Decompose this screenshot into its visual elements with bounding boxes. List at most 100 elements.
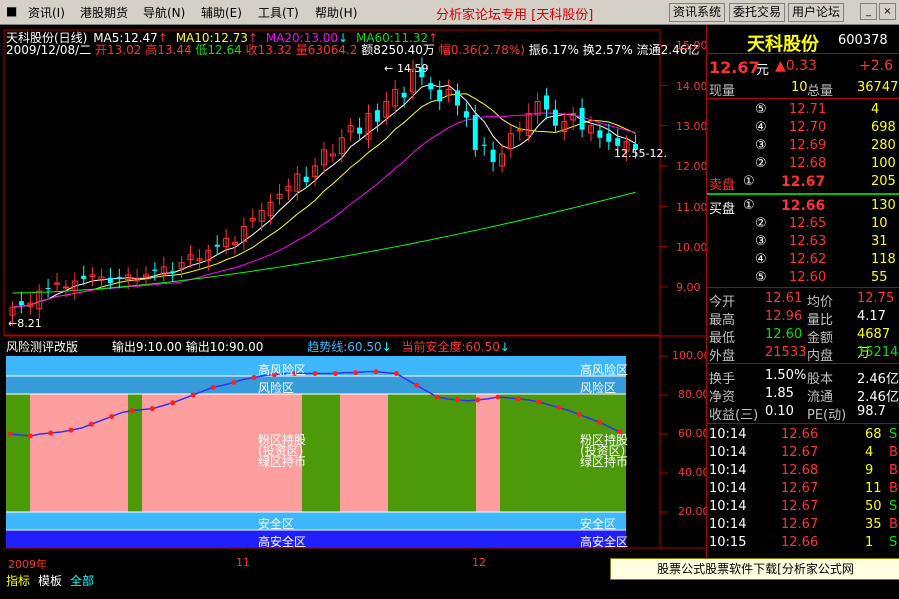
buy-volume: 130 [871,198,896,213]
ind-tick: 80.00 [678,388,710,401]
candle-body [472,115,478,150]
indicator-sensitive: 趋势线:60.50 [307,340,382,354]
tab-indicator[interactable]: 指标 [4,572,32,589]
candle-body [552,109,558,126]
bar-high: 高13.44 [145,43,192,57]
candle-body [45,288,51,290]
date-label-dec: 12 [472,556,486,569]
price-tick: 10.00 [676,241,708,254]
tick-direction: S [889,427,898,442]
buy-price: 12.65 [789,216,827,231]
kline-chart[interactable] [0,25,706,570]
stat-row: 最高 12.96 量比 4.17 [707,308,899,328]
safety-dot [475,397,481,403]
stat-value: 15214 [857,345,899,360]
tick-direction: B [889,481,898,496]
safety-dot [353,370,359,376]
tick-row: 10:14 12.67 11 B [707,480,899,498]
sell-volume: 4 [871,102,880,117]
price-tick: 15.00 [676,39,708,52]
price-change-pct: +2.6 [859,58,893,74]
chart-area[interactable]: 天科股份(日线) MA5:12.47↑ MA10:12.73↑ MA20:13.… [0,25,711,571]
buy-price: 12.60 [789,270,827,285]
buy-price: 12.63 [789,234,827,249]
menu-help[interactable]: 帮助(H) [315,4,357,21]
news-system-button[interactable]: 资讯系统 [669,3,726,22]
close-icon[interactable]: × [879,3,896,20]
candle-body [481,144,487,146]
safety-dot [88,421,94,427]
safety-dot [48,430,54,436]
safety-dot [190,392,196,398]
candle-body [615,138,621,146]
sell-price: 12.67 [781,174,826,190]
safety-dot [332,371,338,377]
stock-code: 600378 [838,33,888,48]
zone-label-high-safe: 高安全区 [258,535,307,549]
menu-tools[interactable]: 工具(T) [258,4,299,21]
trade-button[interactable]: 委托交易 [729,3,786,22]
safety-dot [576,412,582,417]
candle-body [463,111,469,118]
ind-tick: 20.00 [678,505,710,518]
safety-dot [373,369,379,375]
tick-time: 10:14 [709,499,747,514]
tick-time: 10:14 [709,517,747,532]
candle-body [455,90,460,106]
ad-banner[interactable]: 股票公式股票软件下载[分析家公式网www.88gs.com] [610,558,899,596]
sell-volume: 698 [871,120,896,135]
promo-text[interactable]: 分析家论坛专用 [天科股份] [436,4,593,23]
price-tick: 13.00 [676,120,708,133]
zone-label-high-risk: 高风险区 [258,363,307,377]
menu-navigate[interactable]: 导航(N) [143,4,185,21]
sell-price: 12.69 [789,138,827,153]
bar-amount: 额8250.40万 [361,43,435,57]
sensitive-arrow-icon: ↓ [381,340,392,354]
bar-volume: 量63064.2 [295,43,358,57]
stat-value: 98.7 [857,404,886,419]
sell-price: 12.70 [789,120,827,135]
stat2-row: 换手 1.50% 股本 2.46亿 [707,367,899,387]
sell-price: 12.71 [789,102,827,117]
forum-button[interactable]: 用户论坛 [788,3,845,22]
tab-all[interactable]: 全部 [68,572,96,589]
price-tick: 9.00 [676,281,701,294]
menu-assist[interactable]: 辅助(E) [201,4,242,21]
mid-legend-right: 粉区持股 (投资区) 绿区持币 [580,434,628,468]
indicator-title[interactable]: 风险测评改版 [6,340,78,354]
tick-row: 10:14 12.67 50 S [707,498,899,516]
sell-price: 12.68 [789,156,827,171]
tick-price: 12.68 [781,463,819,478]
tick-time: 10:15 [709,535,747,550]
stat-value: 4.17 [857,309,886,324]
safety-dot [454,397,460,403]
tick-volume: 68 [865,427,882,442]
sell-row: 卖盘 ① 12.67 205 [707,173,899,193]
tab-template[interactable]: 模板 [36,572,64,589]
level-icon: ⑤ [755,102,767,117]
bottom-tabs: 指标 模板 全部 [0,572,706,589]
bar-close: 收13.32 [245,43,292,57]
zongliang-label: 总量 [807,84,834,99]
menu-news[interactable]: 资讯(I) [28,4,65,21]
safety-dot [434,394,440,400]
menu-hk-futures[interactable]: 港股期货 [80,4,128,21]
app-icon[interactable]: ■ [6,4,17,18]
zone-band [30,394,128,512]
stat-label: 外盘 [709,349,736,364]
level-icon: ③ [755,138,767,153]
sell-row: ② 12.68 100 [707,155,899,173]
quote-panel: 天科股份 600378 12.67 元 ▲0.33 +2.6 现量 10 总量 … [706,25,899,578]
xianliang-label: 现量 [709,84,736,99]
stat-row: 今开 12.61 均价 12.75 [707,290,899,310]
mid-legend-line: 绿区持币 [258,455,307,469]
safety-dot [597,419,603,425]
low-price-label: ←8.21 [8,317,42,330]
date-label-year: 2009年 [8,558,47,571]
minimize-icon[interactable]: _ [860,3,877,20]
bar-open: 开13.02 [95,43,142,57]
safety-dot [231,379,237,385]
stat-value: 12.96 [765,309,803,324]
indicator-output2: 输出10:90.00 [185,340,264,354]
last-range-label: 12.55-12. [614,147,667,160]
